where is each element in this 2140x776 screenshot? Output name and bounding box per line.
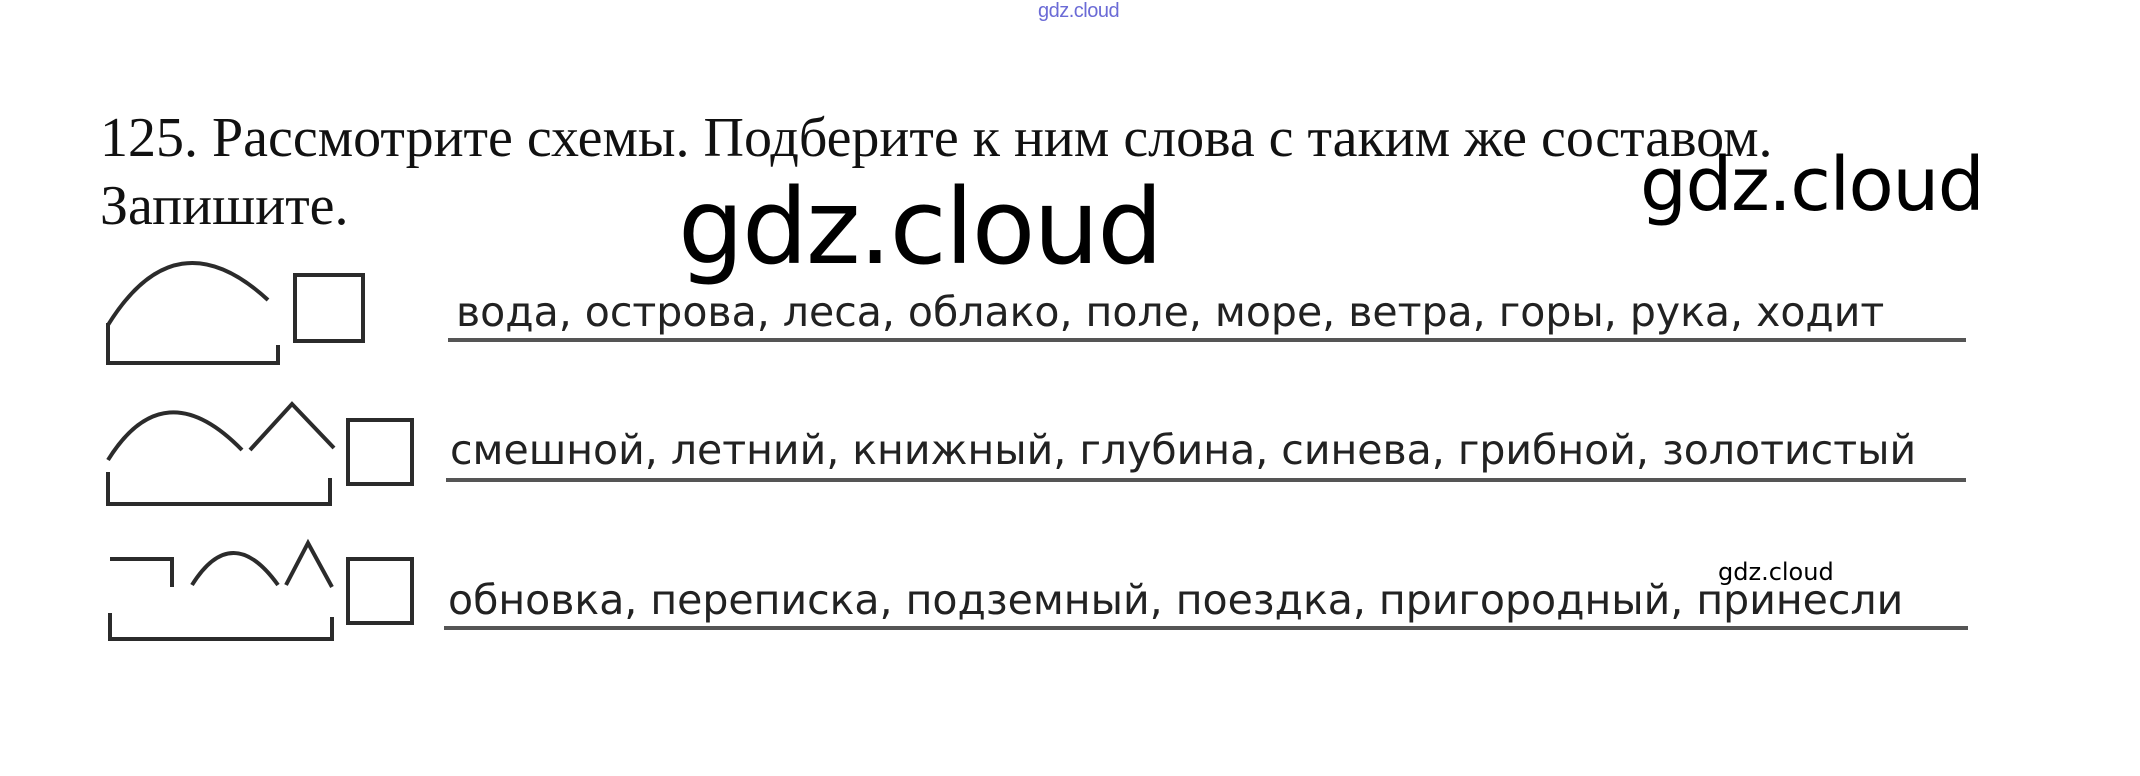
root-ending-scheme-icon: [106, 261, 365, 365]
prefix-root-suffix-ending-scheme-icon: [108, 538, 414, 641]
underline-row-2: [446, 478, 1966, 482]
underline-row-3: [444, 626, 1968, 630]
watermark-large: gdz.cloud: [678, 166, 1163, 288]
words-row-1: вода, острова, леса, облако, поле, море,…: [456, 288, 1885, 336]
watermark-medium: gdz.cloud: [1640, 142, 1985, 228]
words-row-3: обновка, переписка, подземный, поездка, …: [448, 576, 1904, 624]
top-watermark: gdz.cloud: [1038, 0, 1120, 22]
words-row-2: смешной, летний, книжный, глубина, синев…: [450, 426, 1917, 474]
task-line-1: 125. Рассмотрите схемы. Подберите к ним …: [100, 107, 1773, 169]
root-suffix-ending-scheme-icon: [106, 401, 414, 506]
underline-row-1: [448, 338, 1966, 342]
watermark-small: gdz.cloud: [1718, 558, 1834, 586]
